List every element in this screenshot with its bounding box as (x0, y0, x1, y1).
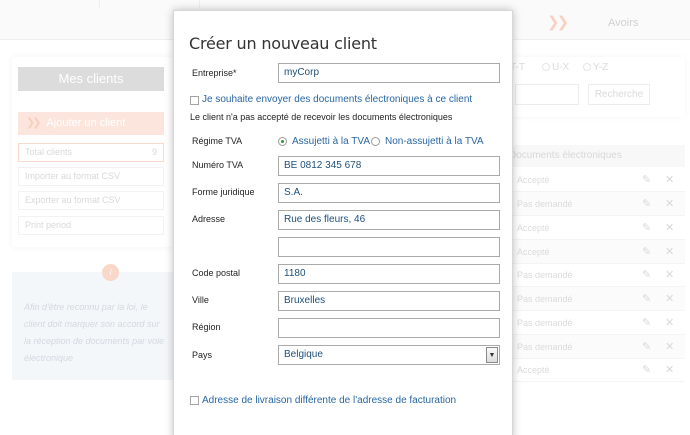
edoc-note: Le client n'a pas accepté de recevoir le… (190, 112, 453, 122)
regime-tva-label: Régime TVA (192, 136, 243, 146)
pays-label: Pays (192, 350, 213, 360)
adresse-label: Adresse (192, 214, 226, 224)
chevron-down-icon[interactable]: ▼ (486, 347, 498, 363)
edoc-checkbox-label[interactable]: Je souhaite envoyer des documents électr… (202, 94, 472, 105)
adresse-line2-field[interactable] (278, 237, 500, 257)
radio-non-assujetti-label[interactable]: Non-assujetti à la TVA (385, 136, 484, 147)
code-postal-label: Code postal (192, 268, 241, 278)
numero-tva-label: Numéro TVA (192, 160, 244, 170)
pays-select[interactable]: Belgique ▼ (278, 345, 500, 365)
radio-non-assujetti[interactable] (371, 137, 380, 146)
edoc-checkbox[interactable] (190, 96, 199, 105)
radio-assujetti-label[interactable]: Assujetti à la TVA (292, 136, 370, 147)
region-label: Région (192, 322, 221, 332)
forme-juridique-label: Forme juridique (192, 187, 255, 197)
livraison-checkbox[interactable] (190, 396, 199, 405)
entreprise-label: Entreprise* (192, 68, 237, 78)
region-field[interactable] (278, 318, 500, 338)
code-postal-field[interactable]: 1180 (278, 264, 500, 284)
forme-juridique-field[interactable]: S.A. (278, 183, 500, 203)
new-client-dialog: Créer un nouveau client Entreprise* myCo… (173, 10, 513, 435)
entreprise-field[interactable]: myCorp (278, 63, 500, 83)
adresse-field[interactable]: Rue des fleurs, 46 (278, 210, 500, 230)
pays-selected-value: Belgique (284, 349, 323, 360)
ville-field[interactable]: Bruxelles (278, 291, 500, 311)
ville-label: Ville (192, 295, 209, 305)
radio-assujetti[interactable] (278, 137, 287, 146)
numero-tva-field[interactable]: BE 0812 345 678 (278, 156, 500, 176)
livraison-checkbox-label[interactable]: Adresse de livraison différente de l'adr… (202, 395, 456, 406)
dialog-title: Créer un nouveau client (189, 34, 377, 53)
